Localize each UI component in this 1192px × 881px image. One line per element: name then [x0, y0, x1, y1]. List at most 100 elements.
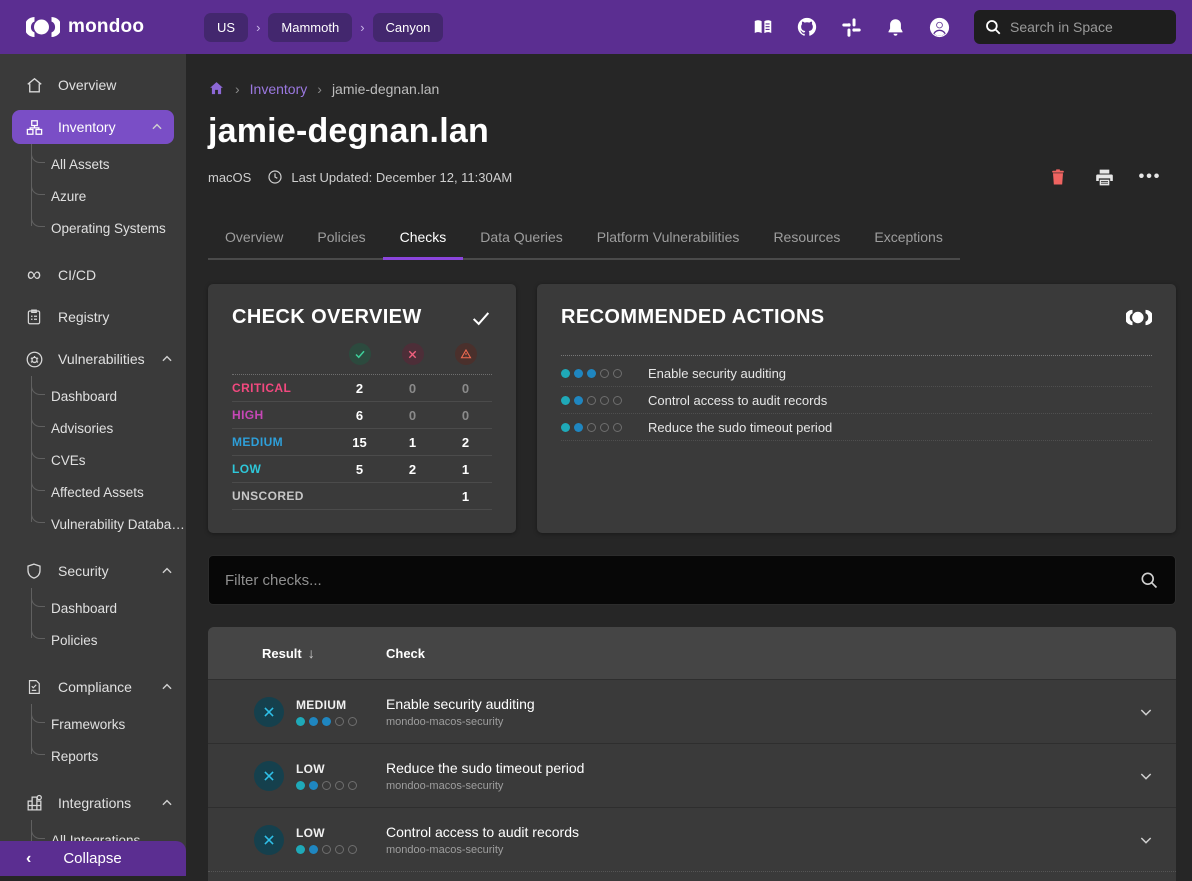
- sidebar-item-cicd[interactable]: ∞ CI/CD: [0, 258, 186, 292]
- chevron-up-icon: [160, 680, 174, 694]
- integrations-icon: [24, 793, 44, 813]
- check-overview-table: CRITICAL 2 0 0 HIGH 6 0 0 MEDIUM 15 1 2: [208, 339, 516, 510]
- table-row[interactable]: LOW Reduce the sudo timeout period mondo…: [208, 743, 1176, 807]
- chevron-left-icon: ‹: [26, 850, 31, 868]
- compliance-icon: [24, 677, 44, 697]
- fail-icon: [402, 343, 424, 365]
- search-input[interactable]: [1010, 19, 1150, 35]
- github-icon[interactable]: [790, 10, 824, 44]
- sidebar-item-registry[interactable]: Registry: [0, 300, 186, 334]
- tab-data-queries[interactable]: Data Queries: [463, 217, 579, 258]
- chevron-up-icon: [150, 120, 164, 134]
- tab-policies[interactable]: Policies: [300, 217, 382, 258]
- list-item[interactable]: Enable security auditing: [561, 360, 1152, 387]
- sidebar-item-label: Inventory: [58, 119, 116, 135]
- list-item[interactable]: Control access to audit records: [561, 387, 1152, 414]
- sidebar-item-overview[interactable]: Overview: [0, 68, 186, 102]
- delete-icon[interactable]: [1046, 165, 1070, 189]
- breadcrumb: › Inventory › jamie-degnan.lan: [208, 80, 1176, 97]
- fail-count: 0: [386, 408, 439, 423]
- more-actions-icon[interactable]: •••: [1138, 165, 1162, 189]
- account-icon[interactable]: [922, 10, 956, 44]
- sidebar-item-all-assets[interactable]: All Assets: [31, 148, 186, 180]
- chevron-down-icon[interactable]: [1116, 704, 1176, 720]
- notifications-icon[interactable]: [878, 10, 912, 44]
- error-count: 0: [439, 408, 492, 423]
- sidebar-item-affected-assets[interactable]: Affected Assets: [31, 476, 186, 508]
- last-updated-label: Last Updated: December 12, 11:30AM: [291, 170, 512, 185]
- docs-icon[interactable]: [746, 10, 780, 44]
- sidebar-item-security-dashboard[interactable]: Dashboard: [31, 592, 186, 624]
- security-icon: [24, 561, 44, 581]
- org-breadcrumb: US › Mammoth › Canyon: [204, 13, 443, 42]
- check-overview-card: CHECK OVERVIEW: [208, 284, 516, 533]
- severity-label: UNSCORED: [232, 489, 333, 503]
- recommended-actions-card: RECOMMENDED ACTIONS Enable security audi…: [537, 284, 1176, 533]
- org-chip-space[interactable]: Canyon: [373, 13, 444, 42]
- compliance-children: Frameworks Reports: [31, 704, 186, 772]
- tab-checks[interactable]: Checks: [383, 217, 464, 258]
- action-label: Reduce the sudo timeout period: [648, 420, 832, 435]
- vulnerabilities-children: Dashboard Advisories CVEs Affected Asset…: [31, 376, 186, 540]
- recommended-actions-title: RECOMMENDED ACTIONS: [561, 306, 825, 329]
- sidebar-item-security[interactable]: Security: [0, 554, 186, 588]
- sidebar-item-label: Overview: [58, 77, 116, 93]
- table-row: MEDIUM 15 1 2: [232, 429, 492, 456]
- table-row[interactable]: MEDIUM Enable security auditing mondoo-m…: [208, 679, 1176, 743]
- mondoo-logo[interactable]: mondoo: [0, 16, 186, 38]
- sidebar-item-compliance[interactable]: Compliance: [0, 670, 186, 704]
- inventory-children: All Assets Azure Operating Systems: [31, 144, 186, 244]
- home-breadcrumb-icon[interactable]: [208, 80, 225, 97]
- check-title: Control access to audit records: [386, 824, 1116, 840]
- tab-overview[interactable]: Overview: [208, 217, 300, 258]
- sidebar-item-azure[interactable]: Azure: [31, 180, 186, 212]
- collapse-sidebar-button[interactable]: ‹ Collapse: [0, 841, 186, 876]
- impact-dots: [296, 717, 357, 726]
- breadcrumb-inventory-link[interactable]: Inventory: [250, 81, 308, 97]
- org-chip-region[interactable]: US: [204, 13, 248, 42]
- chevron-right-icon: ›: [317, 81, 322, 97]
- error-count: 1: [439, 462, 492, 477]
- sidebar-item-inventory[interactable]: Inventory: [12, 110, 174, 144]
- sidebar-item-vuln-dashboard[interactable]: Dashboard: [31, 380, 186, 412]
- sidebar: Overview Inventory All Assets Azure: [0, 54, 186, 876]
- sort-desc-icon: ↓: [308, 645, 315, 661]
- severity-label: CRITICAL: [232, 381, 333, 395]
- severity-label: LOW: [296, 762, 357, 776]
- sidebar-item-integrations[interactable]: Integrations: [0, 786, 186, 820]
- sidebar-item-advisories[interactable]: Advisories: [31, 412, 186, 444]
- sidebar-item-security-policies[interactable]: Policies: [31, 624, 186, 656]
- check-policy: mondoo-macos-security: [386, 780, 1116, 792]
- chevron-up-icon: [160, 352, 174, 366]
- sidebar-item-label: Registry: [58, 309, 109, 325]
- severity-label: LOW: [296, 826, 357, 840]
- list-item[interactable]: Reduce the sudo timeout period: [561, 414, 1152, 441]
- sidebar-item-operating-systems[interactable]: Operating Systems: [31, 212, 186, 244]
- sidebar-item-cves[interactable]: CVEs: [31, 444, 186, 476]
- impact-dots: [561, 396, 622, 405]
- search-icon[interactable]: [1139, 570, 1159, 590]
- column-result-sort[interactable]: Result ↓: [208, 645, 386, 661]
- filter-checks-input[interactable]: [225, 572, 1139, 589]
- print-icon[interactable]: [1092, 165, 1116, 189]
- mondoo-glyph-icon: [1126, 309, 1152, 326]
- sidebar-item-vulnerabilities[interactable]: Vulnerabilities: [0, 342, 186, 376]
- table-row[interactable]: LOW Control access to audit records mond…: [208, 807, 1176, 871]
- chevron-right-icon: ›: [235, 81, 240, 97]
- tab-exceptions[interactable]: Exceptions: [857, 217, 959, 258]
- severity-label: MEDIUM: [296, 698, 357, 712]
- chevron-down-icon[interactable]: [1116, 832, 1176, 848]
- check-policy: mondoo-macos-security: [386, 844, 1116, 856]
- sidebar-item-label: Security: [58, 563, 109, 579]
- tab-resources[interactable]: Resources: [756, 217, 857, 258]
- sidebar-item-frameworks[interactable]: Frameworks: [31, 708, 186, 740]
- error-count: 0: [439, 381, 492, 396]
- sidebar-item-reports[interactable]: Reports: [31, 740, 186, 772]
- sidebar-item-vulnerability-database[interactable]: Vulnerability Databa…: [31, 508, 186, 540]
- org-chip-org[interactable]: Mammoth: [268, 13, 352, 42]
- slack-icon[interactable]: [834, 10, 868, 44]
- pass-count: 5: [333, 462, 386, 477]
- fail-count: 0: [386, 381, 439, 396]
- chevron-down-icon[interactable]: [1116, 768, 1176, 784]
- tab-platform-vulnerabilities[interactable]: Platform Vulnerabilities: [580, 217, 757, 258]
